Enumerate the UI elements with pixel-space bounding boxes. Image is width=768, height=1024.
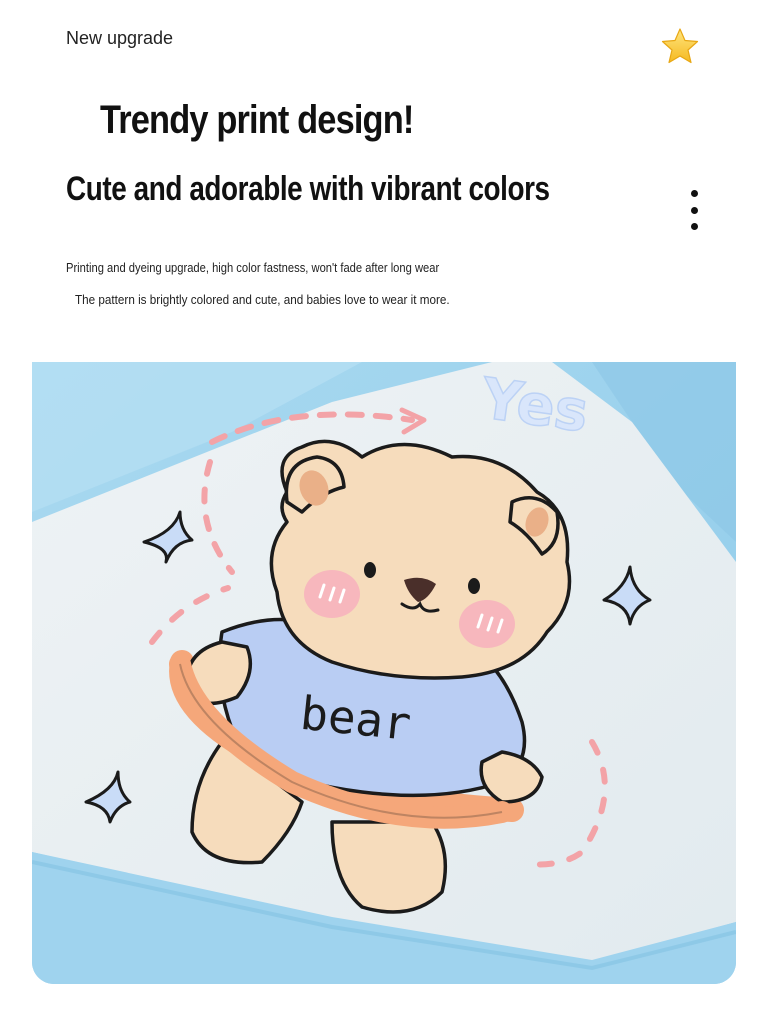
eyebrow-label: New upgrade	[66, 28, 174, 48]
print-bear-text: bear	[298, 686, 414, 751]
star-icon	[660, 26, 700, 66]
subheadline: Cute and adorable with vibrant colors	[66, 170, 550, 208]
description-line-2: The pattern is brightly colored and cute…	[75, 292, 450, 307]
description-line-1: Printing and dyeing upgrade, high color …	[66, 260, 440, 275]
more-vertical-icon[interactable]	[682, 190, 706, 230]
product-photo: Yes bear	[32, 362, 736, 984]
headline: Trendy print design!	[100, 98, 414, 142]
